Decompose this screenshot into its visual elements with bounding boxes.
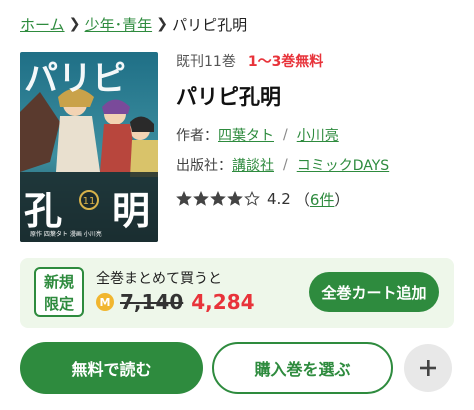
chevron-right-icon: ❯ <box>68 16 81 32</box>
breadcrumb-category-link[interactable]: 少年･青年 <box>85 14 153 35</box>
book-title: パリピ孔明 <box>176 85 281 109</box>
author-link[interactable]: 小川亮 <box>297 125 339 145</box>
publisher-label: 出版社： <box>176 158 232 174</box>
separator: / <box>283 157 288 173</box>
bundle-label: 全巻まとめて買うと <box>96 271 222 287</box>
author-row: 作者： 四葉タト / 小川亮 <box>176 124 466 146</box>
paren-open: （ <box>294 190 310 209</box>
publisher-link[interactable]: 講談社 <box>232 155 274 175</box>
bundle-promo: 新規 限定 全巻まとめて買うと M 7,140 4,284 全巻カート追加 <box>20 258 454 328</box>
publisher-row: 出版社： 講談社 / コミックDAYS <box>176 154 466 176</box>
svg-text:原作 四葉タト 漫画 小川亮: 原作 四葉タト 漫画 小川亮 <box>30 230 102 238</box>
paren-close: ） <box>334 190 350 209</box>
review-count-link[interactable]: 6件 <box>310 189 335 210</box>
original-price: 7,140 <box>120 290 184 314</box>
plus-icon <box>420 360 436 376</box>
separator: / <box>283 127 288 143</box>
star-rating <box>176 191 261 207</box>
discounted-price: 4,284 <box>191 290 255 314</box>
star-filled-icon <box>176 191 192 206</box>
book-cover-image[interactable]: パリピ 孔 明 11 原作 四葉タト 漫画 小川亮 <box>20 52 158 242</box>
select-volume-button[interactable]: 購入巻を選ぶ <box>212 342 393 394</box>
free-volumes-label: 1〜3巻無料 <box>247 54 324 70</box>
breadcrumb-home-link[interactable]: ホーム <box>20 14 65 35</box>
breadcrumb: ホーム ❯ 少年･青年 ❯ パリピ孔明 <box>20 12 247 36</box>
volumes-count: 既刊11巻 <box>176 54 236 70</box>
badge-line: 限定 <box>43 295 74 313</box>
svg-text:明: 明 <box>112 188 150 233</box>
svg-text:パリピ: パリピ <box>24 59 126 99</box>
volume-row: 既刊11巻 1〜3巻無料 <box>176 50 466 72</box>
price-row: M 7,140 4,284 <box>96 290 255 314</box>
author-label: 作者： <box>176 128 218 144</box>
breadcrumb-current: パリピ孔明 <box>172 15 248 34</box>
book-info: 既刊11巻 1〜3巻無料 パリピ孔明 作者： 四葉タト / 小川亮 出版社： 講… <box>176 50 466 211</box>
label-link[interactable]: コミックDAYS <box>297 155 389 175</box>
new-user-limited-badge: 新規 限定 <box>34 267 84 317</box>
add-all-to-cart-button[interactable]: 全巻カート追加 <box>309 272 439 312</box>
rating-row: 4.2 （ 6件 ） <box>176 187 466 211</box>
star-filled-icon <box>210 191 226 206</box>
svg-text:11: 11 <box>83 196 96 207</box>
star-filled-icon <box>227 191 243 206</box>
author-link[interactable]: 四葉タト <box>218 125 274 145</box>
more-button[interactable] <box>404 344 452 392</box>
rating-value: 4.2 <box>267 190 291 208</box>
star-empty-icon <box>244 191 260 206</box>
star-filled-icon <box>193 191 209 206</box>
chevron-right-icon: ❯ <box>156 16 168 32</box>
coin-icon: M <box>96 293 114 311</box>
badge-line: 新規 <box>43 273 74 291</box>
svg-text:孔: 孔 <box>24 188 62 233</box>
read-free-button[interactable]: 無料で読む <box>20 342 203 394</box>
